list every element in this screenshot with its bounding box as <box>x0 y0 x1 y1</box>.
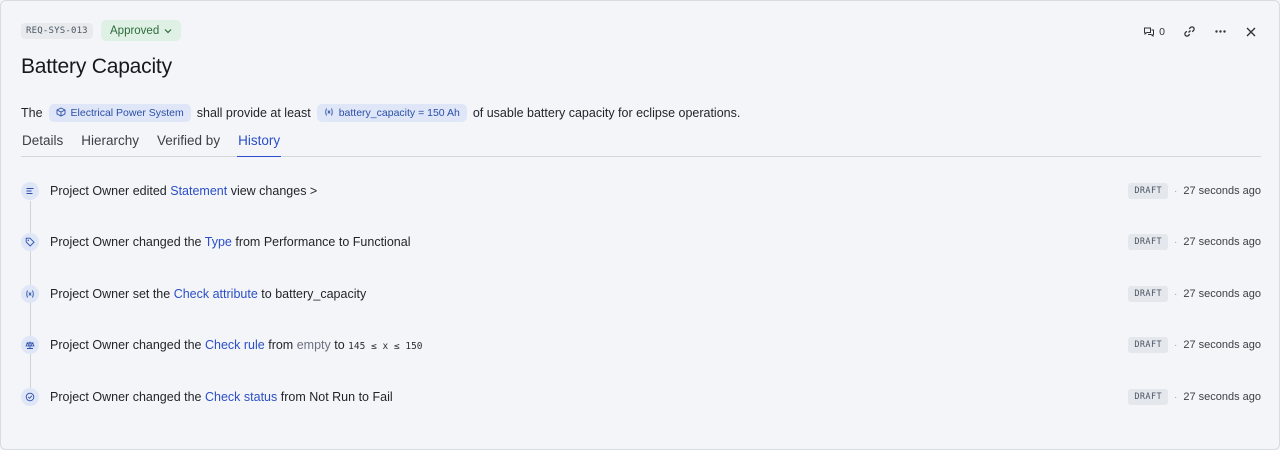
view-changes-link[interactable]: view changes > <box>231 184 318 198</box>
history-verb: changed the <box>132 235 202 249</box>
variable-icon <box>324 107 334 120</box>
history-timestamp: 27 seconds ago <box>1183 236 1261 248</box>
chevron-down-icon <box>164 26 172 36</box>
history-item: Project Owner changed the Check rule fro… <box>21 334 1261 356</box>
status-dropdown[interactable]: Approved <box>101 20 182 41</box>
tab-details[interactable]: Details <box>21 131 64 157</box>
statement-suffix: of usable battery capacity for eclipse o… <box>472 106 741 120</box>
history-item: Project Owner edited Statement view chan… <box>21 180 1261 202</box>
history-timestamp: 27 seconds ago <box>1183 288 1261 300</box>
status-label: Approved <box>110 24 160 37</box>
close-icon <box>1245 26 1257 38</box>
more-horizontal-icon <box>1214 25 1227 38</box>
history-item: Project Owner set the Check attribute to… <box>21 283 1261 305</box>
requirement-statement: The Electrical Power System shall provid… <box>21 103 740 123</box>
draft-badge: DRAFT <box>1128 286 1168 302</box>
statement-prefix: The <box>21 106 43 120</box>
history-item: Project Owner changed the Check status f… <box>21 386 1261 408</box>
history-timestamp: 27 seconds ago <box>1183 391 1261 403</box>
parameter-chip-label: battery_capacity = 150 Ah <box>338 107 460 119</box>
close-button[interactable] <box>1245 26 1257 38</box>
tag-icon <box>21 233 39 251</box>
history-to-value: battery_capacity <box>275 287 367 301</box>
history-item: Project Owner changed the Type from Perf… <box>21 231 1261 253</box>
requirement-id: REQ-SYS-013 <box>21 23 93 39</box>
draft-badge: DRAFT <box>1128 234 1168 250</box>
history-actor: Project Owner <box>50 235 130 249</box>
parameter-chip[interactable]: battery_capacity = 150 Ah <box>316 104 467 122</box>
history-from-value: empty <box>296 338 331 352</box>
variable-icon <box>21 285 39 303</box>
more-options-button[interactable] <box>1214 25 1227 38</box>
comments-button[interactable]: 0 <box>1143 26 1165 38</box>
link-icon <box>1183 25 1196 38</box>
history-field-link[interactable]: Statement <box>170 184 227 198</box>
history-actor: Project Owner <box>50 184 130 198</box>
check-circle-icon <box>21 388 39 406</box>
history-field-link[interactable]: Type <box>205 235 232 249</box>
tab-verified-by[interactable]: Verified by <box>156 131 221 157</box>
history-verb: edited <box>132 184 167 198</box>
history-from-value: Performance <box>263 235 336 249</box>
tab-hierarchy[interactable]: Hierarchy <box>80 131 140 157</box>
history-verb: set the <box>132 287 171 301</box>
history-verb: changed the <box>132 390 202 404</box>
history-to-value: 145 ≤ x ≤ 150 <box>348 341 423 352</box>
copy-link-button[interactable] <box>1183 25 1196 38</box>
history-from-value: Not Run <box>309 390 356 404</box>
draft-badge: DRAFT <box>1128 337 1168 353</box>
page-title: Battery Capacity <box>21 55 172 78</box>
comment-count: 0 <box>1159 25 1165 38</box>
history-field-link[interactable]: Check attribute <box>174 287 258 301</box>
requirement-panel: REQ-SYS-013 Approved 0 Battery Capacity … <box>0 0 1280 450</box>
scale-icon <box>21 336 39 354</box>
tab-history[interactable]: History <box>237 131 282 157</box>
history-actor: Project Owner <box>50 338 130 352</box>
draft-badge: DRAFT <box>1128 183 1168 199</box>
history-field-link[interactable]: Check status <box>205 390 277 404</box>
history-actor: Project Owner <box>50 390 130 404</box>
history-to-value: Fail <box>372 390 393 404</box>
history-verb: changed the <box>132 338 202 352</box>
tab-bar: Details Hierarchy Verified by History <box>21 131 1261 157</box>
history-to-value: Functional <box>352 235 411 249</box>
history-timestamp: 27 seconds ago <box>1183 185 1261 197</box>
cube-icon <box>56 106 66 120</box>
history-timestamp: 27 seconds ago <box>1183 339 1261 351</box>
history-actor: Project Owner <box>50 287 130 301</box>
comment-icon <box>1143 26 1155 38</box>
system-chip-label: Electrical Power System <box>70 107 184 119</box>
history-field-link[interactable]: Check rule <box>205 338 265 352</box>
header-actions: 0 <box>1143 25 1257 38</box>
system-chip[interactable]: Electrical Power System <box>48 104 191 122</box>
draft-badge: DRAFT <box>1128 389 1168 405</box>
statement-middle: shall provide at least <box>196 106 311 120</box>
lines-icon <box>21 182 39 200</box>
